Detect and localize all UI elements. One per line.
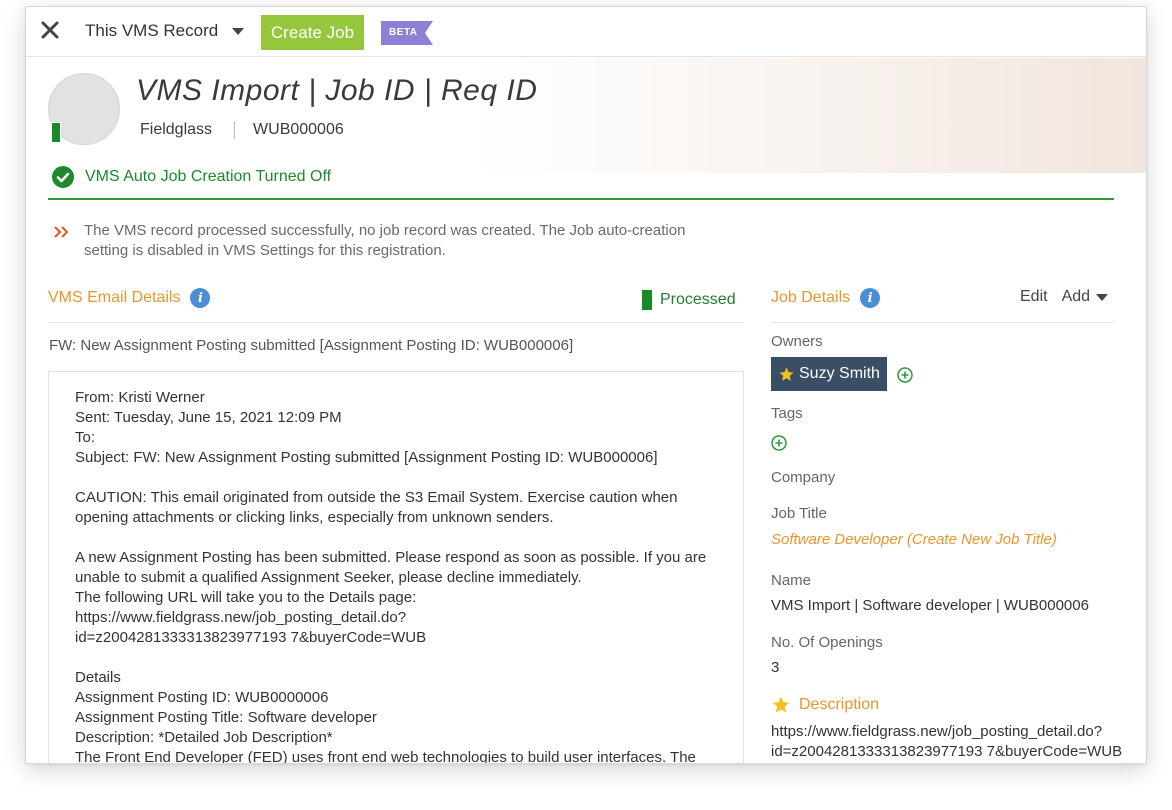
job-details-header: Job Details i [771,288,881,308]
openings-value: 3 [771,659,780,676]
email-intro: A new Assignment Posting has been submit… [75,549,707,586]
openings-label: No. Of Openings [771,634,883,651]
vms-source: Fieldglass [140,121,213,138]
beta-badge: BETA [381,21,433,50]
status-divider [48,198,1114,200]
email-description: Description: *Detailed Job Description* [75,729,333,746]
record-header: VMS Import | Job ID | Req ID Fieldglass … [26,58,1146,173]
divider [48,322,744,323]
add-dropdown[interactable]: Add [1061,288,1109,306]
owner-name: Suzy Smith [799,365,880,382]
create-job-button[interactable]: Create Job [261,15,364,50]
email-details-heading: Details [75,669,121,686]
email-posting-title: Assignment Posting Title: Software devel… [75,709,377,726]
job-name-value: VMS Import | Software developer | WUB000… [771,597,1089,614]
email-subject: FW: New Assignment Posting submitted [As… [49,337,574,354]
divider [234,121,236,139]
owner-chip[interactable]: Suzy Smith [771,357,887,391]
add-label: Add [1061,288,1091,305]
job-details-title: Job Details [771,289,851,306]
email-details-title: VMS Email Details [48,289,181,306]
description-url-line-2: id=z2004281333313823977193 7&buyerCode=W… [771,743,1123,760]
email-url-line-2: id=z2004281333313823977193 7&buyerCode=W… [75,629,427,646]
email-subject-line: Subject: FW: New Assignment Posting subm… [75,449,658,466]
record-selector-dropdown[interactable]: This VMS Record [85,21,245,41]
description-url-line-1: https://www.fieldgrass.new/job_posting_d… [771,723,1103,740]
chevron-down-icon [232,27,245,35]
name-label: Name [771,572,812,589]
check-circle-icon [52,166,74,188]
top-toolbar: This VMS Record Create Job BETA [26,7,1146,57]
processing-message: The VMS record processed successfully, n… [54,221,714,261]
email-body-box[interactable]: From: Kristi Werner Sent: Tuesday, June … [48,371,744,764]
description-label: Description [799,696,880,713]
job-title-label: Job Title [771,505,827,522]
avatar-status-indicator [51,122,61,143]
owners-label: Owners [771,333,823,350]
company-label: Company [771,469,836,486]
add-owner-plus-icon[interactable] [897,367,913,383]
email-posting-id: Assignment Posting ID: WUB0000006 [75,689,329,706]
processed-indicator [642,290,652,310]
email-from: From: Kristi Werner [75,389,205,406]
vms-record-window: This VMS Record Create Job BETA VMS Impo… [25,6,1147,764]
info-icon[interactable]: i [860,288,881,308]
star-icon [772,696,790,713]
auto-job-status: VMS Auto Job Creation Turned Off [52,166,331,188]
email-body: From: Kristi Werner Sent: Tuesday, June … [75,388,735,764]
processing-message-text: The VMS record processed successfully, n… [84,222,686,259]
star-icon [779,366,794,381]
divider [771,322,1114,323]
page-title: VMS Import | Job ID | Req ID [136,74,538,107]
auto-job-status-text: VMS Auto Job Creation Turned Off [85,168,332,185]
email-to: To: [75,429,96,446]
processed-status: Processed [642,290,736,310]
info-icon[interactable]: i [190,288,211,308]
edit-button[interactable]: Edit [1020,288,1048,306]
job-details-actions: Edit Add [1020,288,1109,306]
close-icon[interactable] [40,20,60,40]
email-sent: Sent: Tuesday, June 15, 2021 12:09 PM [75,409,342,426]
email-details-header: VMS Email Details i [48,288,211,308]
processed-label: Processed [660,291,736,308]
record-subline: Fieldglass WUB000006 [140,121,344,139]
record-id: WUB000006 [253,121,344,138]
record-selector-label: This VMS Record [85,21,219,40]
description-header: Description [771,695,879,715]
email-url-line-1: https://www.fieldgrass.new/job_posting_d… [75,609,407,626]
double-chevron-right-icon [54,226,69,238]
add-tag-plus-icon[interactable] [771,435,787,451]
email-caution: CAUTION: This email originated from outs… [75,489,678,526]
create-job-title-link[interactable]: Software Developer (Create New Job Title… [771,531,1057,548]
chevron-down-icon [1096,293,1109,301]
description-url: https://www.fieldgrass.new/job_posting_d… [771,722,1131,762]
beta-label: BETA [389,27,418,38]
email-description-body: The Front End Developer (FED) uses front… [75,749,696,764]
email-url-intro: The following URL will take you to the D… [75,589,417,606]
tags-label: Tags [771,405,803,422]
